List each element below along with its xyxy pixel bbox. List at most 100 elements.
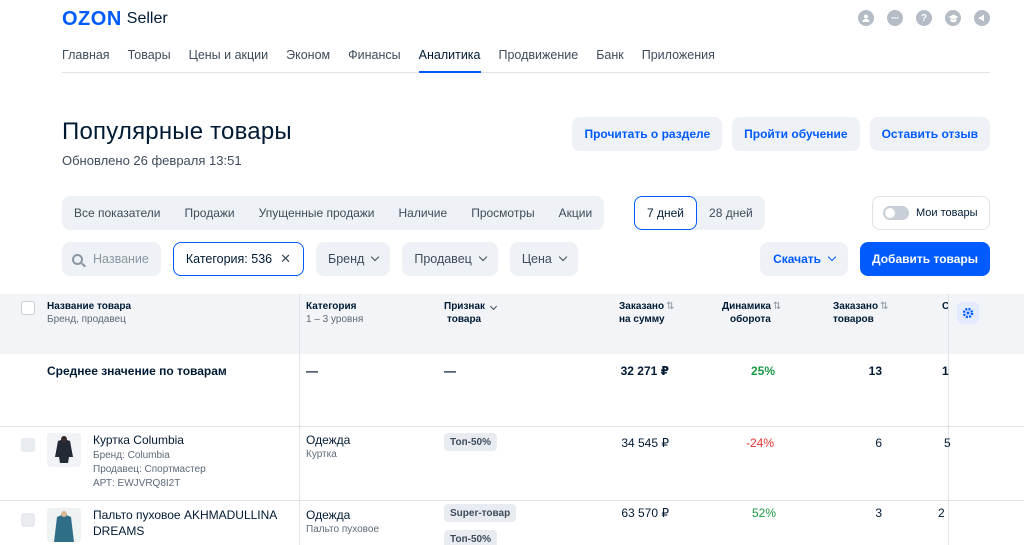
feedback-button[interactable]: Оставить отзыв: [869, 117, 990, 151]
nav-item-prices[interactable]: Цены и акции: [189, 47, 269, 73]
product-brand: Бренд: Columbia: [93, 450, 170, 461]
nav-item-products[interactable]: Товары: [128, 47, 171, 73]
col-category[interactable]: Категория 1 – 3 уровня: [306, 300, 363, 326]
product-seller: Продавец: Спортмастер: [93, 464, 206, 475]
tab-missed-sales[interactable]: Упущенные продажи: [247, 196, 387, 230]
logo-product: Seller: [126, 10, 168, 27]
seller-filter-label: Продавец: [414, 252, 472, 266]
col-dynamics-title: Динамика: [722, 301, 771, 312]
average-ordered-qty: 13: [868, 364, 882, 378]
ordered-sum: 63 570 ₽: [621, 506, 669, 520]
select-all-checkbox[interactable]: [21, 301, 35, 315]
nav-item-finance[interactable]: Финансы: [348, 47, 400, 73]
col-feature-title2: товара: [447, 314, 482, 325]
logo-brand: OZON: [62, 7, 122, 30]
table-row[interactable]: Куртка Columbia Бренд: Columbia Продавец…: [0, 427, 1024, 501]
metric-tabs: Все показатели Продажи Упущенные продажи…: [62, 196, 605, 230]
tab-sales[interactable]: Продажи: [173, 196, 247, 230]
nav-item-promotion[interactable]: Продвижение: [499, 47, 579, 73]
average-next-partial: 1: [942, 364, 949, 378]
col-feature[interactable]: Признак товара: [444, 300, 498, 326]
nav-item-apps[interactable]: Приложения: [642, 47, 715, 73]
price-filter-label: Цена: [521, 252, 552, 266]
col-category-title: Категория: [306, 301, 357, 312]
table-row[interactable]: Пальто пуховое AKHMADULLINA DREAMS Одежд…: [0, 502, 1024, 545]
dynamics-value: -24%: [746, 436, 775, 450]
sort-icon[interactable]: ⇅: [773, 301, 781, 312]
category-filter-label: Категория: 536: [185, 252, 273, 266]
product-name-line2[interactable]: DREAMS: [93, 524, 277, 538]
col-ordered-sum-title: Заказано: [619, 301, 665, 312]
download-button[interactable]: Скачать: [760, 242, 849, 276]
col-ordered-qty-title2: товаров: [833, 314, 874, 325]
col-category-sub: 1 – 3 уровня: [306, 314, 364, 325]
filters-bar: Название Категория: 536 ✕ Бренд Продавец…: [62, 242, 578, 276]
page-title: Популярные товары: [62, 118, 292, 145]
category-name: Одежда: [306, 433, 351, 447]
nav-item-analytics[interactable]: Аналитика: [418, 47, 481, 73]
average-dynamics: 25%: [751, 364, 776, 378]
tab-7-days[interactable]: 7 дней: [634, 196, 698, 230]
tab-28-days[interactable]: 28 дней: [697, 196, 765, 230]
chat-icon[interactable]: [887, 10, 903, 26]
col-name[interactable]: Название товара Бренд, продавец: [47, 300, 131, 326]
next-partial: 2: [938, 506, 945, 520]
category-name: Одежда: [306, 508, 351, 522]
close-icon[interactable]: ✕: [280, 251, 291, 267]
add-products-button[interactable]: Добавить товары: [860, 242, 990, 276]
nav-item-econom[interactable]: Эконом: [286, 47, 330, 73]
user-icon[interactable]: [858, 10, 874, 26]
gear-icon[interactable]: [957, 302, 979, 324]
product-info: Пальто пуховое AKHMADULLINA DREAMS: [93, 508, 277, 538]
read-section-button[interactable]: Прочитать о разделе: [572, 117, 723, 151]
tab-availability[interactable]: Наличие: [387, 196, 460, 230]
category-filter[interactable]: Категория: 536 ✕: [172, 242, 305, 276]
col-dynamics-title2: оборота: [730, 314, 771, 325]
chevron-down-icon: [827, 252, 837, 262]
product-category: Одежда Куртка: [306, 433, 350, 460]
col-ordered-qty[interactable]: Заказано ⇅ товаров: [833, 300, 888, 326]
tab-views[interactable]: Просмотры: [459, 196, 546, 230]
product-thumbnail[interactable]: [47, 508, 81, 542]
product-info: Куртка Columbia Бренд: Columbia Продавец…: [93, 433, 206, 491]
ordered-qty: 3: [875, 506, 882, 520]
ozon-seller-logo[interactable]: OZON Seller: [62, 8, 168, 30]
seller-filter[interactable]: Продавец: [402, 242, 498, 276]
col-ordered-sum[interactable]: Заказано ⇅ на сумму: [619, 300, 674, 326]
period-tabs: 7 дней 28 дней: [634, 196, 765, 230]
feature-tag: Топ-50%: [444, 433, 497, 451]
category-sub: Куртка: [306, 449, 337, 460]
product-sku: АРТ: EWJVRQ8I2T: [93, 478, 181, 489]
nav-item-home[interactable]: Главная: [62, 47, 110, 73]
nav-item-bank[interactable]: Банк: [596, 47, 624, 73]
search-input[interactable]: Название: [62, 242, 161, 276]
tab-promotions[interactable]: Акции: [547, 196, 605, 230]
training-button[interactable]: Пройти обучение: [732, 117, 860, 151]
my-products-toggle[interactable]: Мои товары: [872, 196, 990, 230]
products-table: Название товара Бренд, продавец Категори…: [0, 294, 1024, 545]
col-name-title: Название товара: [47, 301, 132, 312]
col-dynamics[interactable]: Динамика ⇅ оборота: [722, 300, 781, 326]
average-row: Среднее значение по товарам — — 32 271 ₽…: [0, 354, 1024, 427]
brand-filter[interactable]: Бренд: [316, 242, 391, 276]
help-icon[interactable]: ?: [916, 10, 932, 26]
col-ordered-qty-title: Заказано: [833, 301, 879, 312]
next-partial: 5: [944, 436, 951, 450]
chevron-down-icon: [558, 252, 568, 262]
sort-icon[interactable]: ⇅: [880, 301, 888, 312]
updated-timestamp: Обновлено 26 февраля 13:51: [62, 153, 242, 168]
product-name[interactable]: Куртка Columbia: [93, 433, 206, 447]
row-checkbox[interactable]: [21, 438, 35, 452]
education-icon[interactable]: [945, 10, 961, 26]
category-sub: Пальто пуховое: [306, 524, 380, 535]
tab-all-metrics[interactable]: Все показатели: [62, 196, 173, 230]
top-actions: Прочитать о разделе Пройти обучение Оста…: [572, 117, 990, 151]
product-name[interactable]: Пальто пуховое AKHMADULLINA: [93, 508, 277, 522]
price-filter[interactable]: Цена: [509, 242, 578, 276]
row-checkbox[interactable]: [21, 513, 35, 527]
sort-icon[interactable]: ⇅: [666, 301, 674, 312]
product-thumbnail[interactable]: [47, 433, 81, 467]
search-icon: [72, 253, 83, 265]
toggle-switch[interactable]: [883, 206, 909, 220]
notifications-icon[interactable]: [974, 10, 990, 26]
